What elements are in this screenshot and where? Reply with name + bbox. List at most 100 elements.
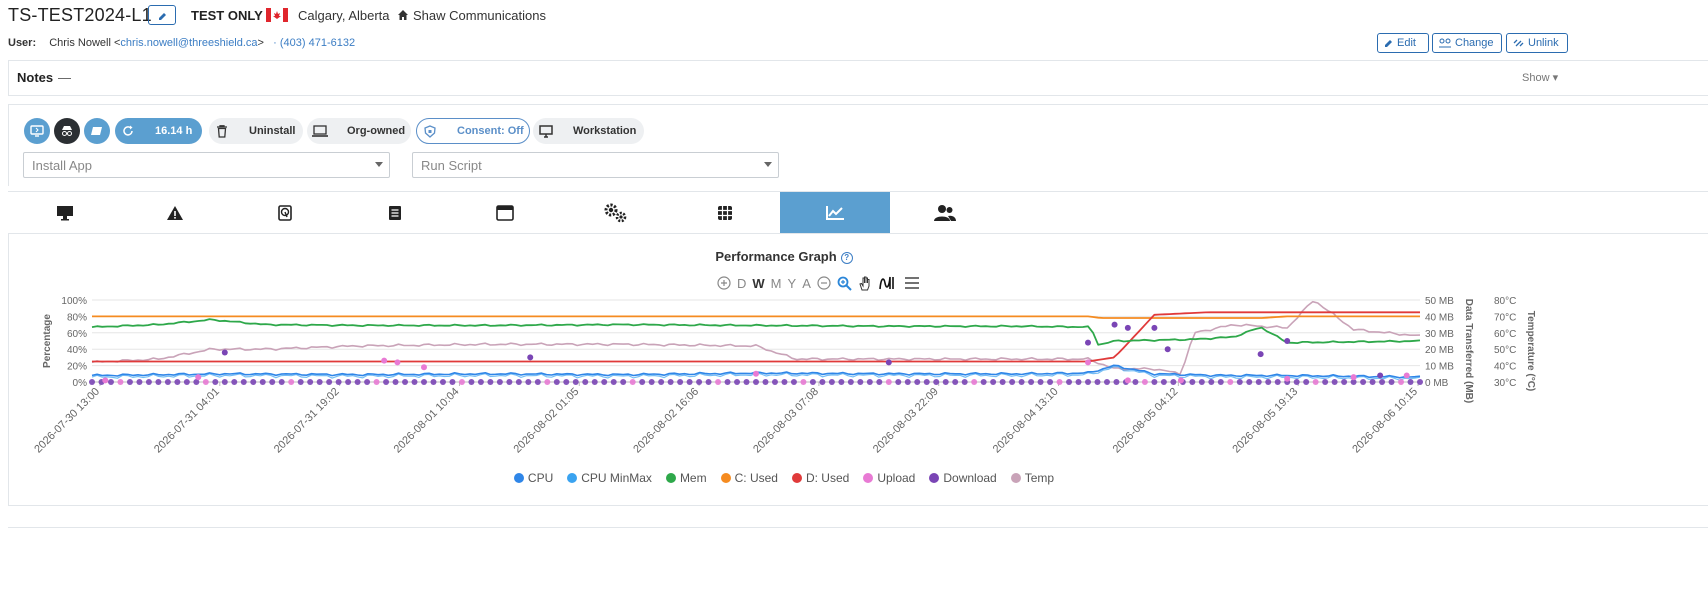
download-point [402,379,409,385]
download-point [1113,379,1120,385]
zoom-all[interactable]: A [802,276,811,291]
help-icon[interactable]: ? [840,252,853,264]
tab-users[interactable] [890,192,1000,233]
workstation-button[interactable]: Workstation [533,118,644,144]
remote-screen-button[interactable] [24,118,50,144]
y3-tick-label: 80°C [1494,296,1516,307]
zoom-out-icon[interactable] [817,276,831,290]
zoom-year[interactable]: Y [788,276,797,291]
x-tick-label: 2026-08-04 13:10 [991,386,1061,456]
download-point [278,379,285,385]
notes-collapse-toggle[interactable]: — [58,70,71,85]
legend-item-mem[interactable]: Mem [665,471,707,485]
org-owned-button[interactable]: Org-owned [307,118,411,144]
legend-item-c-used[interactable]: C: Used [720,471,778,485]
monitor-icon [533,118,559,144]
tab-monitor[interactable] [10,192,120,233]
download-point [354,379,361,385]
download-point [316,379,323,385]
download-point [411,379,418,385]
download-point [781,379,788,385]
download-point [639,379,646,385]
canada-flag-icon [266,8,288,22]
download-point [847,379,854,385]
download-point [307,379,314,385]
notes-show-toggle[interactable]: Show ▾ [1522,71,1558,84]
edit-name-button[interactable] [148,5,176,25]
zoom-day[interactable]: D [737,276,746,291]
download-point [743,379,750,385]
curve-icon[interactable] [879,276,894,291]
refresh-icon [115,118,141,144]
uptime-value: 16.14 h [155,125,193,137]
edit-user-button[interactable]: Edit [1377,33,1429,53]
tab-performance[interactable] [780,192,890,233]
download-point [648,379,655,385]
download-point [1246,379,1253,385]
monitor-icon [57,205,73,220]
consent-button[interactable]: Consent: Off [416,118,530,144]
shield-icon [417,118,443,144]
eraser-button[interactable] [84,118,110,144]
download-point [1303,379,1310,385]
notes-panel [8,60,1708,96]
tab-settings[interactable] [560,192,670,233]
download-point [933,379,940,385]
tab-apps[interactable] [670,192,780,233]
legend-item-temp[interactable]: Temp [1010,471,1054,485]
download-point [297,379,304,385]
zoom-week[interactable]: W [752,276,764,291]
run-script-select[interactable]: Run Script [412,152,779,178]
download-point [1379,379,1386,385]
download-point [1056,379,1063,385]
tab-alerts[interactable] [120,192,230,233]
download-point [971,379,978,385]
download-point [553,379,560,385]
unlink-icon [1513,39,1524,47]
magnifier-icon[interactable] [837,276,852,291]
tab-storage[interactable] [230,192,340,233]
legend-item-cpu[interactable]: CPU [513,471,553,485]
legend-item-d-used[interactable]: D: Used [791,471,849,485]
download-point [383,379,390,385]
upload-point [381,357,388,364]
upload-point [1403,372,1410,379]
legend-item-upload[interactable]: Upload [863,471,915,485]
install-app-select[interactable]: Install App [23,152,390,178]
download-point [164,379,171,385]
legend-item-cpu-minmax[interactable]: CPU MinMax [567,471,652,485]
download-point [838,379,845,385]
tab-windows[interactable] [450,192,560,233]
y2-axis-title: Data Transferred (MB) [1463,299,1474,403]
menu-icon[interactable] [904,276,920,290]
download-point [174,379,181,385]
document-icon [389,205,401,220]
unlink-user-button[interactable]: Unlink [1506,33,1568,53]
uptime-badge[interactable]: 16.14 h [115,118,202,144]
uninstall-button[interactable]: Uninstall [209,118,303,144]
upload-point [753,370,759,377]
legend-item-download[interactable]: Download [929,471,997,485]
download-point [269,379,276,385]
tab-documents[interactable] [340,192,450,233]
user-label: User: [8,37,37,49]
y3-tick-label: 30°C [1494,378,1516,389]
y3-tick-label: 40°C [1494,362,1516,373]
download-point [525,379,532,385]
incognito-button[interactable] [54,118,80,144]
change-user-button[interactable]: Change [1432,33,1502,53]
user-name: Chris Nowell [49,37,111,49]
user-email-link[interactable]: chris.nowell@threeshield.ca [120,37,257,49]
download-point [221,379,228,385]
performance-chart[interactable]: 100% 80% 60% 40% 20% 0% 50 MB 40 MB 30 MB 20 MB 10… [0,290,1568,472]
download-point [458,379,465,385]
pan-hand-icon[interactable] [858,276,873,291]
zoom-month[interactable]: M [771,276,782,291]
download-point [1398,379,1405,385]
download-point [715,379,722,385]
download-point [1075,379,1082,385]
user-phone[interactable]: · (403) 471-6132 [273,37,355,49]
download-point [183,379,190,385]
y3-tick-label: 50°C [1494,345,1516,356]
zoom-in-icon[interactable] [717,276,731,290]
